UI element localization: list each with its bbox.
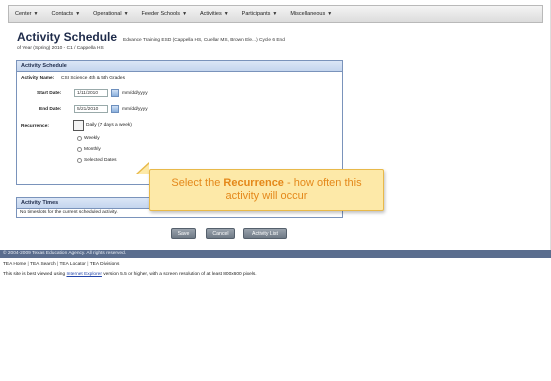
nav-center-label: Center [15, 11, 32, 17]
footer-links: TEA Home | TEA Search | TEA Locator | TE… [3, 262, 119, 267]
page-context: Edvance Training ESD (Cappella HS, Cuell… [123, 38, 285, 43]
link-tea-home[interactable]: TEA Home [3, 262, 26, 267]
chevron-down-icon: ▼ [272, 11, 278, 17]
radio-weekly[interactable] [77, 136, 82, 141]
calendar-icon[interactable] [111, 89, 119, 97]
nav-miscellaneous-label: Miscellaneous [290, 11, 326, 17]
start-date-label: Start Date: [37, 91, 62, 96]
recurrence-label: Recurrence: [21, 124, 49, 129]
chevron-down-icon: ▼ [123, 11, 129, 17]
chevron-down-icon: ▼ [33, 11, 39, 17]
link-tea-divisions[interactable]: TEA Divisions [90, 262, 120, 267]
activity-schedule-heading: Activity Schedule [17, 61, 342, 72]
option-selected-dates-label: Selected Dates [84, 158, 117, 163]
nav-center[interactable]: Center ▼ [15, 11, 38, 17]
callout-pointer-fill [138, 164, 149, 174]
radio-monthly[interactable] [77, 147, 82, 152]
nav-participants-label: Participants [241, 11, 271, 17]
page-title: Activity Schedule [17, 30, 118, 44]
nav-operational-label: Operational [93, 11, 122, 17]
radio-selected-dates[interactable] [77, 158, 82, 163]
nav-miscellaneous[interactable]: Miscellaneous ▼ [290, 11, 332, 17]
activity-name-label: Activity Name: [21, 76, 55, 81]
option-daily-label: Daily (7 days a week) [86, 123, 132, 128]
option-monthly-label: Monthly [84, 147, 101, 152]
activity-list-button[interactable]: Activity List [243, 228, 287, 239]
browser-notice-prefix: This site is best viewed using [3, 272, 67, 277]
cancel-button[interactable]: Cancel [206, 228, 235, 239]
activity-schedule-panel: Activity Schedule Activity Name: CSI Sci… [16, 60, 343, 185]
start-date-input[interactable]: 1/11/2010 [74, 89, 108, 97]
radio-daily[interactable] [73, 120, 84, 131]
link-tea-search[interactable]: TEA Search [30, 262, 56, 267]
browser-notice: This site is best viewed using Internet … [3, 272, 257, 277]
chevron-down-icon: ▼ [327, 11, 333, 17]
nav-feeder-schools[interactable]: Feeder Schools ▼ [142, 11, 187, 17]
link-tea-locator[interactable]: TEA Locator [60, 262, 86, 267]
save-button[interactable]: Save [171, 228, 196, 239]
end-date-input[interactable]: 5/21/2010 [74, 105, 108, 113]
callout-line2: activity will occur [225, 190, 308, 202]
callout-keyword: Recurrence [223, 177, 284, 189]
activity-name-value: CSI Science 4th & 5th Grades [61, 76, 125, 81]
nav-contacts[interactable]: Contacts ▼ [51, 11, 80, 17]
tutorial-callout: Select the Recurrence - how often this a… [149, 169, 384, 211]
chevron-down-icon: ▼ [75, 11, 81, 17]
start-date-format: mm/dd/yyyy [122, 91, 148, 96]
title-row: Activity Schedule Edvance Training ESD (… [17, 30, 285, 44]
internet-explorer-link[interactable]: Internet Explorer [66, 272, 101, 277]
nav-activities-label: Activities [200, 11, 222, 17]
end-date-label: End Date: [39, 107, 62, 112]
nav-participants[interactable]: Participants ▼ [242, 11, 278, 17]
page-frame: Center ▼ Contacts ▼ Operational ▼ Feeder Sc… [0, 0, 551, 250]
nav-feeder-schools-label: Feeder Schools [141, 11, 181, 17]
nav-activities[interactable]: Activities ▼ [200, 11, 229, 17]
chevron-down-icon: ▼ [223, 11, 229, 17]
chevron-down-icon: ▼ [182, 11, 188, 17]
footer-copyright: © 2004-2009 Texas Education Agency. All … [0, 250, 551, 258]
callout-prefix: Select the [171, 177, 224, 189]
calendar-icon[interactable] [111, 105, 119, 113]
page-subline: of Year (Spring) 2010 - C1 / Cappella HS [17, 46, 104, 51]
nav-contacts-label: Contacts [51, 11, 74, 17]
option-weekly-label: Weekly [84, 136, 100, 141]
top-navigation: Center ▼ Contacts ▼ Operational ▼ Feeder Sc… [8, 5, 543, 23]
browser-notice-suffix: version 5.5 or higher, with a screen res… [101, 272, 257, 277]
nav-operational[interactable]: Operational ▼ [93, 11, 128, 17]
callout-suffix: - how often this [283, 177, 362, 189]
end-date-format: mm/dd/yyyy [122, 107, 148, 112]
